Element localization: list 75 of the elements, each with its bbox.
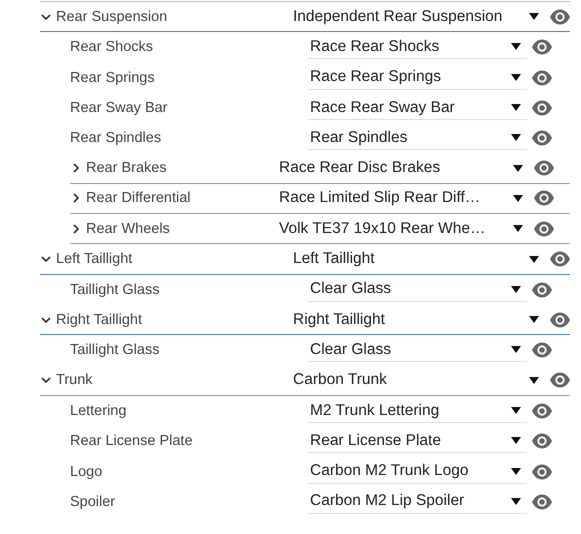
eye-icon[interactable]: [533, 190, 555, 206]
row-label: Rear Suspension: [56, 8, 168, 25]
tree-row[interactable]: Left Taillight Left Taillight: [40, 244, 570, 275]
caret-icon[interactable]: [511, 468, 521, 475]
row-label: Rear Sway Bar: [70, 100, 168, 116]
row-label: Rear Wheels: [86, 220, 170, 237]
value-dropdown[interactable]: Carbon Trunk: [291, 368, 545, 392]
value-dropdown[interactable]: Rear License Plate: [308, 429, 527, 454]
caret-icon[interactable]: [511, 407, 521, 414]
eye-icon[interactable]: [531, 282, 553, 298]
tree-row[interactable]: Rear Brakes Race Rear Disc Brakes: [70, 153, 570, 184]
row-label: Rear Differential: [86, 190, 191, 206]
caret-icon[interactable]: [529, 13, 539, 20]
row-label: Logo: [70, 464, 102, 480]
row-label: Taillight Glass: [70, 342, 160, 358]
caret-icon[interactable]: [529, 256, 539, 263]
value-dropdown[interactable]: Rear Spindles: [308, 126, 527, 150]
eye-icon[interactable]: [531, 403, 553, 419]
row-label: Rear License Plate: [70, 433, 193, 450]
eye-icon[interactable]: [533, 160, 555, 176]
row-label: Taillight Glass: [70, 282, 160, 298]
value-dropdown[interactable]: Right Taillight: [291, 308, 545, 332]
value-dropdown[interactable]: Carbon M2 Lip Spoiler: [308, 490, 527, 514]
caret-icon[interactable]: [529, 316, 539, 324]
eye-icon[interactable]: [531, 130, 553, 146]
eye-icon[interactable]: [533, 220, 555, 237]
row-label: Rear Shocks: [70, 39, 154, 56]
eye-icon[interactable]: [531, 100, 553, 116]
value-dropdown[interactable]: Clear Glass: [308, 278, 527, 302]
tree-row[interactable]: Trunk Carbon Trunk: [40, 366, 570, 396]
caret-icon[interactable]: [511, 498, 521, 505]
tree-row[interactable]: Right Taillight Right Taillight: [40, 304, 570, 336]
eye-icon[interactable]: [531, 70, 553, 86]
eye-icon[interactable]: [531, 433, 553, 450]
row-label: Left Taillight: [56, 251, 132, 268]
row-label: Right Taillight: [56, 312, 142, 328]
caret-icon[interactable]: [529, 376, 539, 384]
eye-icon[interactable]: [531, 494, 553, 510]
tree-row[interactable]: Rear Differential Race Limited Slip Rear Diff…: [70, 184, 570, 214]
value-dropdown[interactable]: Carbon M2 Trunk Logo: [308, 460, 527, 484]
row-label: Rear Springs: [70, 70, 155, 86]
value-dropdown[interactable]: Independent Rear Suspension: [291, 4, 545, 29]
value-dropdown[interactable]: Race Rear Disc Brakes: [277, 156, 529, 180]
value-dropdown[interactable]: Race Rear Sway Bar: [308, 96, 527, 120]
value-dropdown[interactable]: Clear Glass: [308, 338, 527, 362]
caret-icon[interactable]: [513, 225, 523, 232]
tree-row[interactable]: Rear Wheels Volk TE37 19x10 Rear Whe…: [70, 214, 570, 244]
value-dropdown[interactable]: Volk TE37 19x10 Rear Whe…: [277, 216, 529, 241]
caret-icon[interactable]: [511, 286, 521, 293]
eye-icon[interactable]: [531, 342, 553, 358]
value-dropdown[interactable]: M2 Trunk Lettering: [308, 399, 527, 423]
eye-icon[interactable]: [549, 251, 571, 268]
value-dropdown[interactable]: Race Limited Slip Rear Diff…: [277, 186, 529, 210]
row-label: Trunk: [56, 372, 93, 388]
caret-icon[interactable]: [511, 437, 521, 444]
eye-icon[interactable]: [549, 312, 571, 328]
caret-icon[interactable]: [511, 104, 521, 112]
eye-icon[interactable]: [531, 39, 553, 56]
eye-icon[interactable]: [531, 464, 553, 480]
row-label: Rear Spindles: [70, 130, 162, 146]
value-dropdown[interactable]: Race Rear Springs: [308, 66, 527, 90]
caret-icon[interactable]: [513, 194, 523, 202]
row-label: Spoiler: [70, 494, 116, 510]
value-dropdown[interactable]: Left Taillight: [291, 247, 545, 272]
caret-icon[interactable]: [511, 346, 521, 354]
caret-icon[interactable]: [511, 134, 521, 142]
caret-icon[interactable]: [513, 164, 523, 172]
row-label: Lettering: [70, 403, 126, 419]
caret-icon[interactable]: [511, 43, 521, 50]
row-label: Rear Brakes: [86, 160, 167, 176]
value-dropdown[interactable]: Race Rear Shocks: [308, 35, 527, 60]
eye-icon[interactable]: [549, 8, 571, 25]
caret-icon[interactable]: [511, 74, 521, 81]
tree-row[interactable]: Rear Suspension Independent Rear Suspension: [40, 2, 570, 32]
eye-icon[interactable]: [549, 372, 571, 388]
